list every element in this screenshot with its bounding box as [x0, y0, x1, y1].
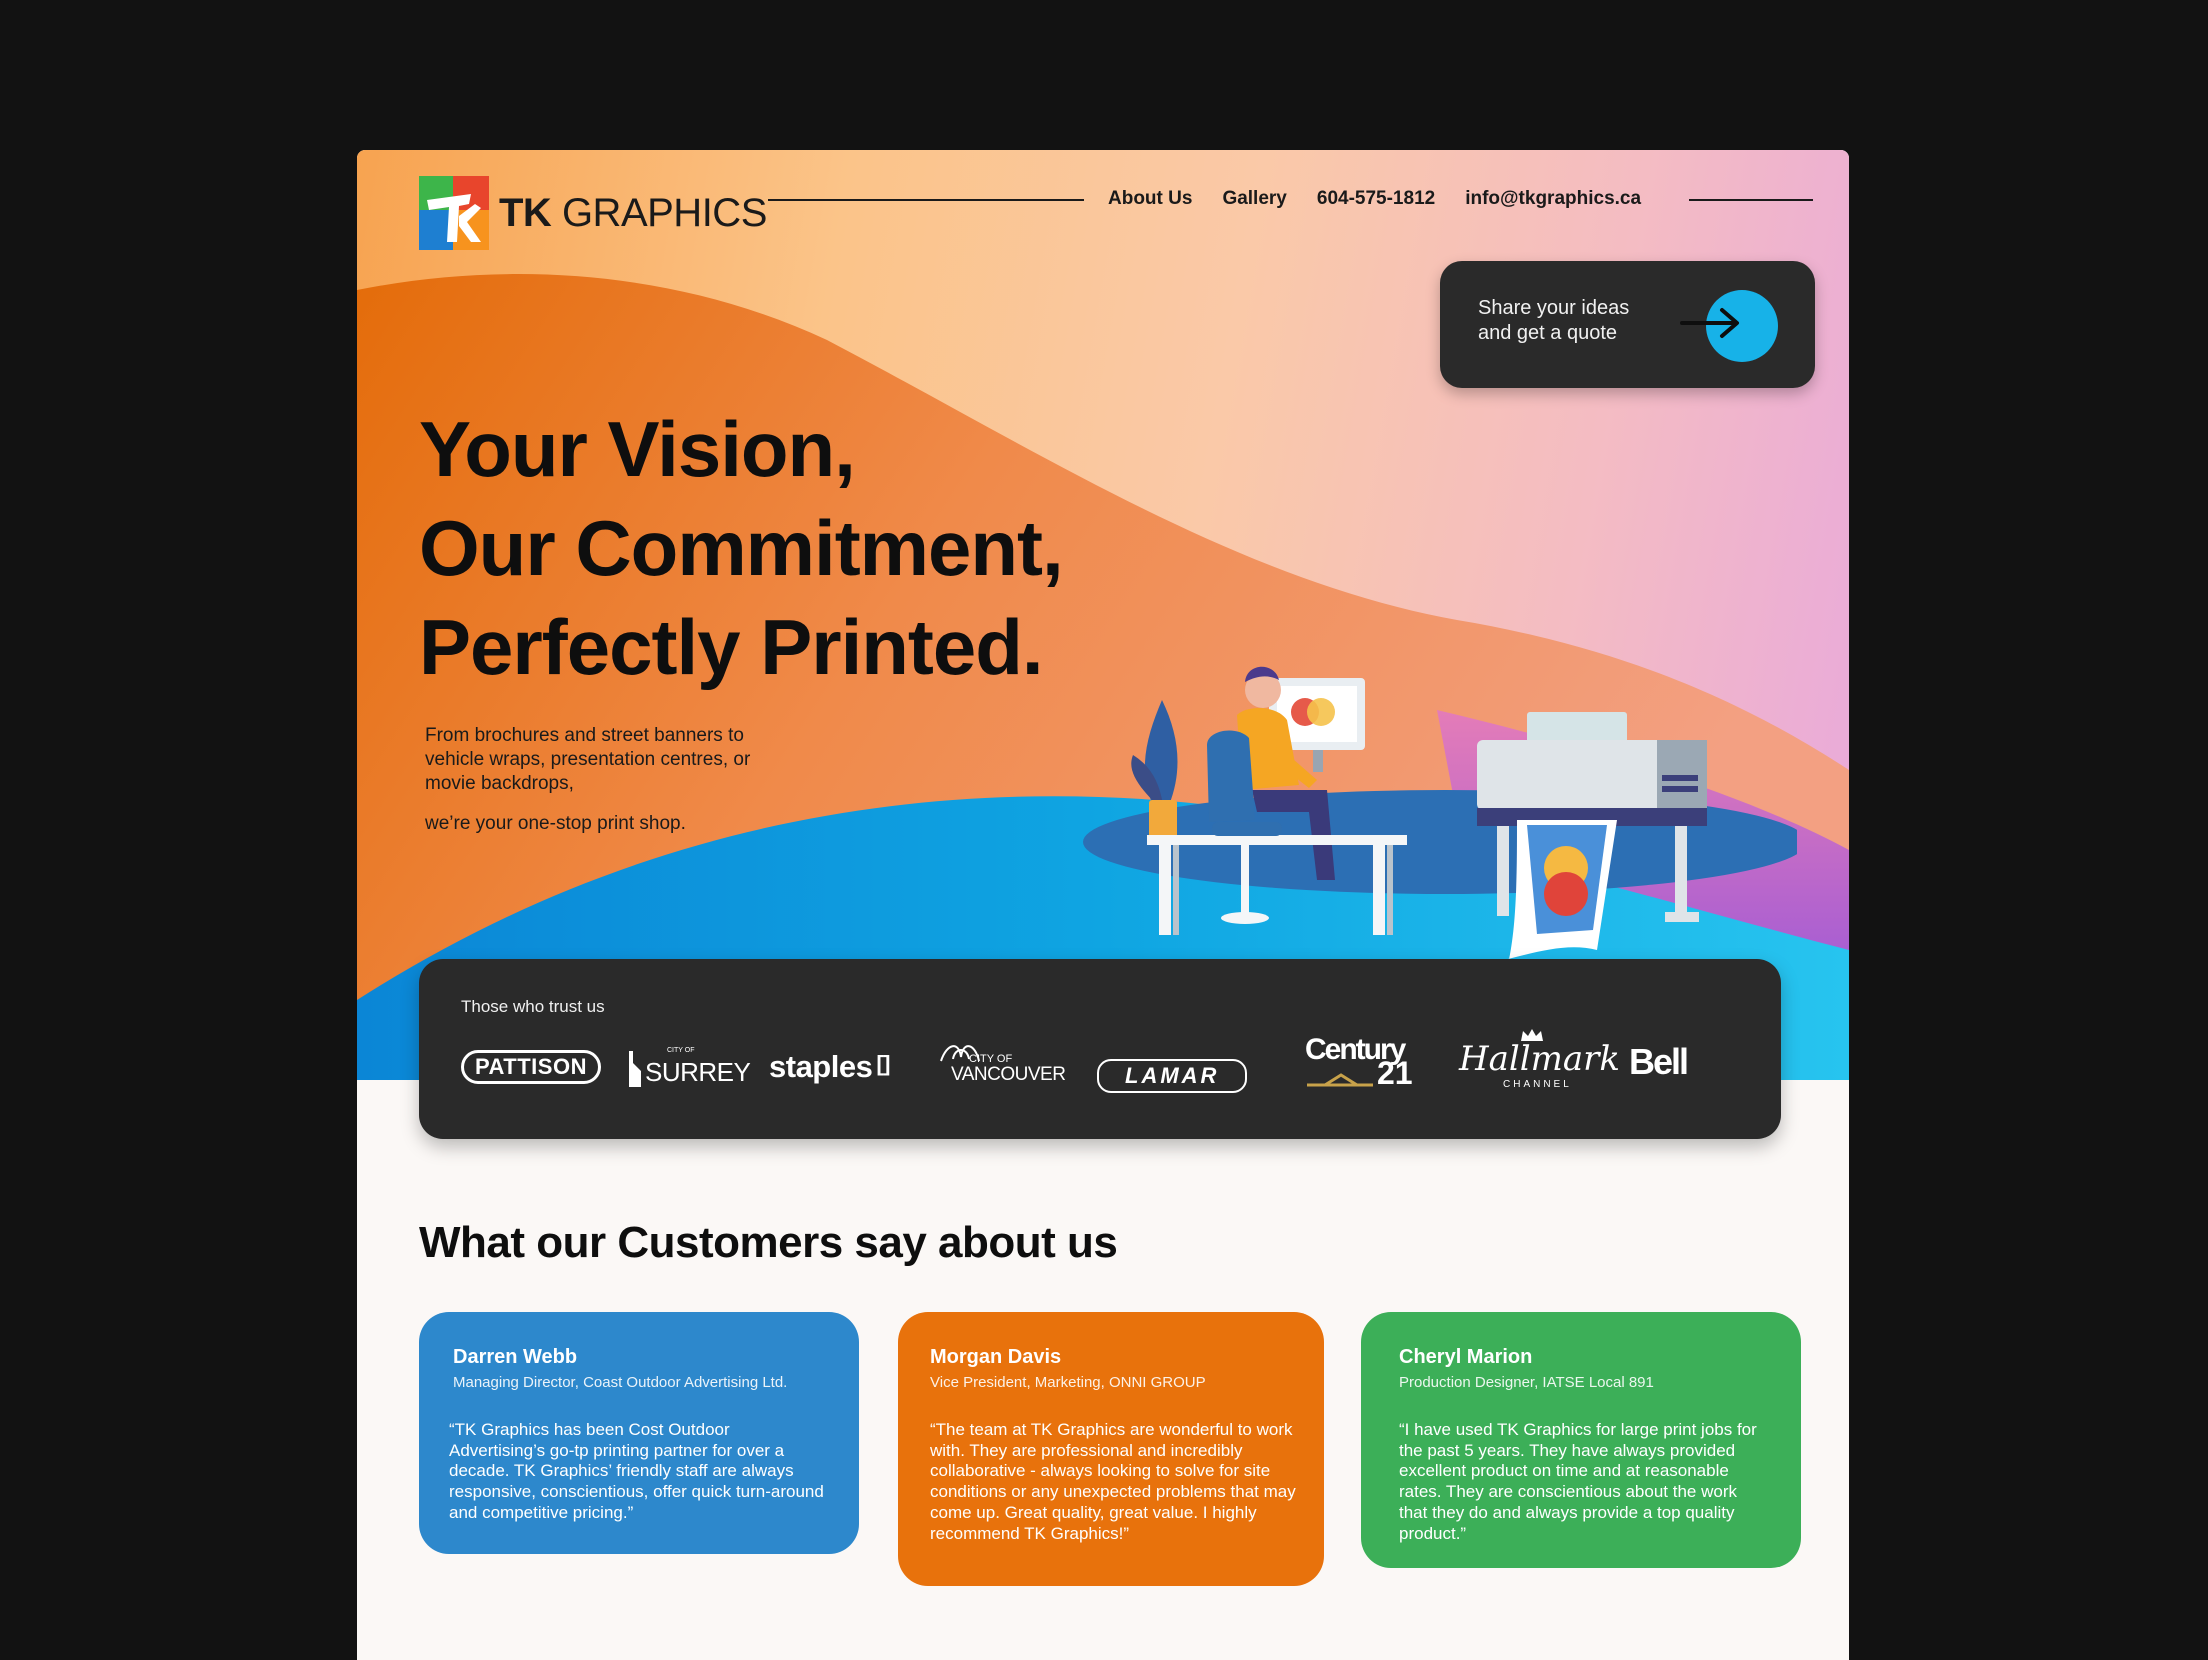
print-shop-illustration [1083, 666, 1797, 976]
get-quote-button[interactable]: Share your ideas and get a quote [1440, 261, 1815, 388]
testimonial-role: Production Designer, IATSE Local 891 [1399, 1374, 1654, 1391]
testimonial-name: Darren Webb [453, 1346, 578, 1368]
surrey-mark-icon [629, 1051, 641, 1087]
hero-subtext: From brochures and street banners to veh… [425, 725, 751, 794]
top-nav: About Us Gallery 604-575-1812 info@tkgra… [1108, 188, 1641, 210]
brand-wordmark: TK GRAPHICS [499, 190, 767, 235]
testimonial-role: Managing Director, Coast Outdoor Adverti… [453, 1374, 788, 1391]
testimonial-card: Darren Webb Managing Director, Coast Out… [419, 1312, 859, 1554]
testimonial-card: Morgan Davis Vice President, Marketing, … [898, 1312, 1324, 1586]
client-logo-staples: staples[] [769, 1049, 890, 1084]
testimonial-name: Cheryl Marion [1399, 1346, 1533, 1368]
client-logo-pattison: PATTISON [461, 1050, 601, 1084]
client-logo-bell: Bell [1629, 1041, 1689, 1082]
testimonial-role: Vice President, Marketing, ONNI GROUP [930, 1374, 1206, 1391]
nav-divider-left [768, 199, 1084, 201]
tk-logo-icon [419, 176, 489, 250]
century21-roof-icon [1307, 1073, 1373, 1087]
testimonial-quote: “I have used TK Graphics for large print… [1399, 1420, 1757, 1543]
testimonial-name: Morgan Davis [930, 1346, 1062, 1368]
testimonials-title: What our Customers say about us [419, 1218, 1118, 1267]
page: TK GRAPHICS About Us Gallery 604-575-181… [357, 150, 1849, 1660]
nav-gallery-link[interactable]: Gallery [1222, 188, 1286, 210]
hero-section: TK GRAPHICS About Us Gallery 604-575-181… [357, 150, 1849, 1080]
trusted-clients-label: Those who trust us [461, 997, 605, 1016]
testimonial-card: Cheryl Marion Production Designer, IATSE… [1361, 1312, 1801, 1568]
nav-phone-link[interactable]: 604-575-1812 [1317, 188, 1435, 210]
arrow-right-icon [1680, 308, 1739, 338]
hero-subtext-2: we’re your one-stop print shop. [425, 813, 686, 834]
nav-about-link[interactable]: About Us [1108, 188, 1192, 210]
brand-logo[interactable]: TK GRAPHICS [419, 176, 767, 250]
testimonial-quote: “The team at TK Graphics are wonderful t… [930, 1420, 1296, 1543]
nav-divider-right [1689, 199, 1813, 201]
testimonial-quote: “TK Graphics has been Cost Outdoor Adver… [449, 1420, 824, 1522]
client-logo-lamar: LAMAR [1097, 1059, 1248, 1093]
hero-headline: Your Vision, Our Commitment, Perfectly P… [419, 405, 1064, 691]
client-logo-hallmark: Hallmark CHANNEL [1459, 1027, 1620, 1091]
client-logo-century21: Century 21 [1305, 1033, 1413, 1091]
client-logo-vancouver: CITY OF VANCOUVER [937, 1037, 1067, 1087]
nav-email-link[interactable]: info@tkgraphics.ca [1465, 188, 1641, 210]
trusted-clients-bar: Those who trust us PATTISON CITY OF SURR… [419, 959, 1781, 1139]
get-quote-label: Share your ideas and get a quote [1478, 297, 1630, 344]
